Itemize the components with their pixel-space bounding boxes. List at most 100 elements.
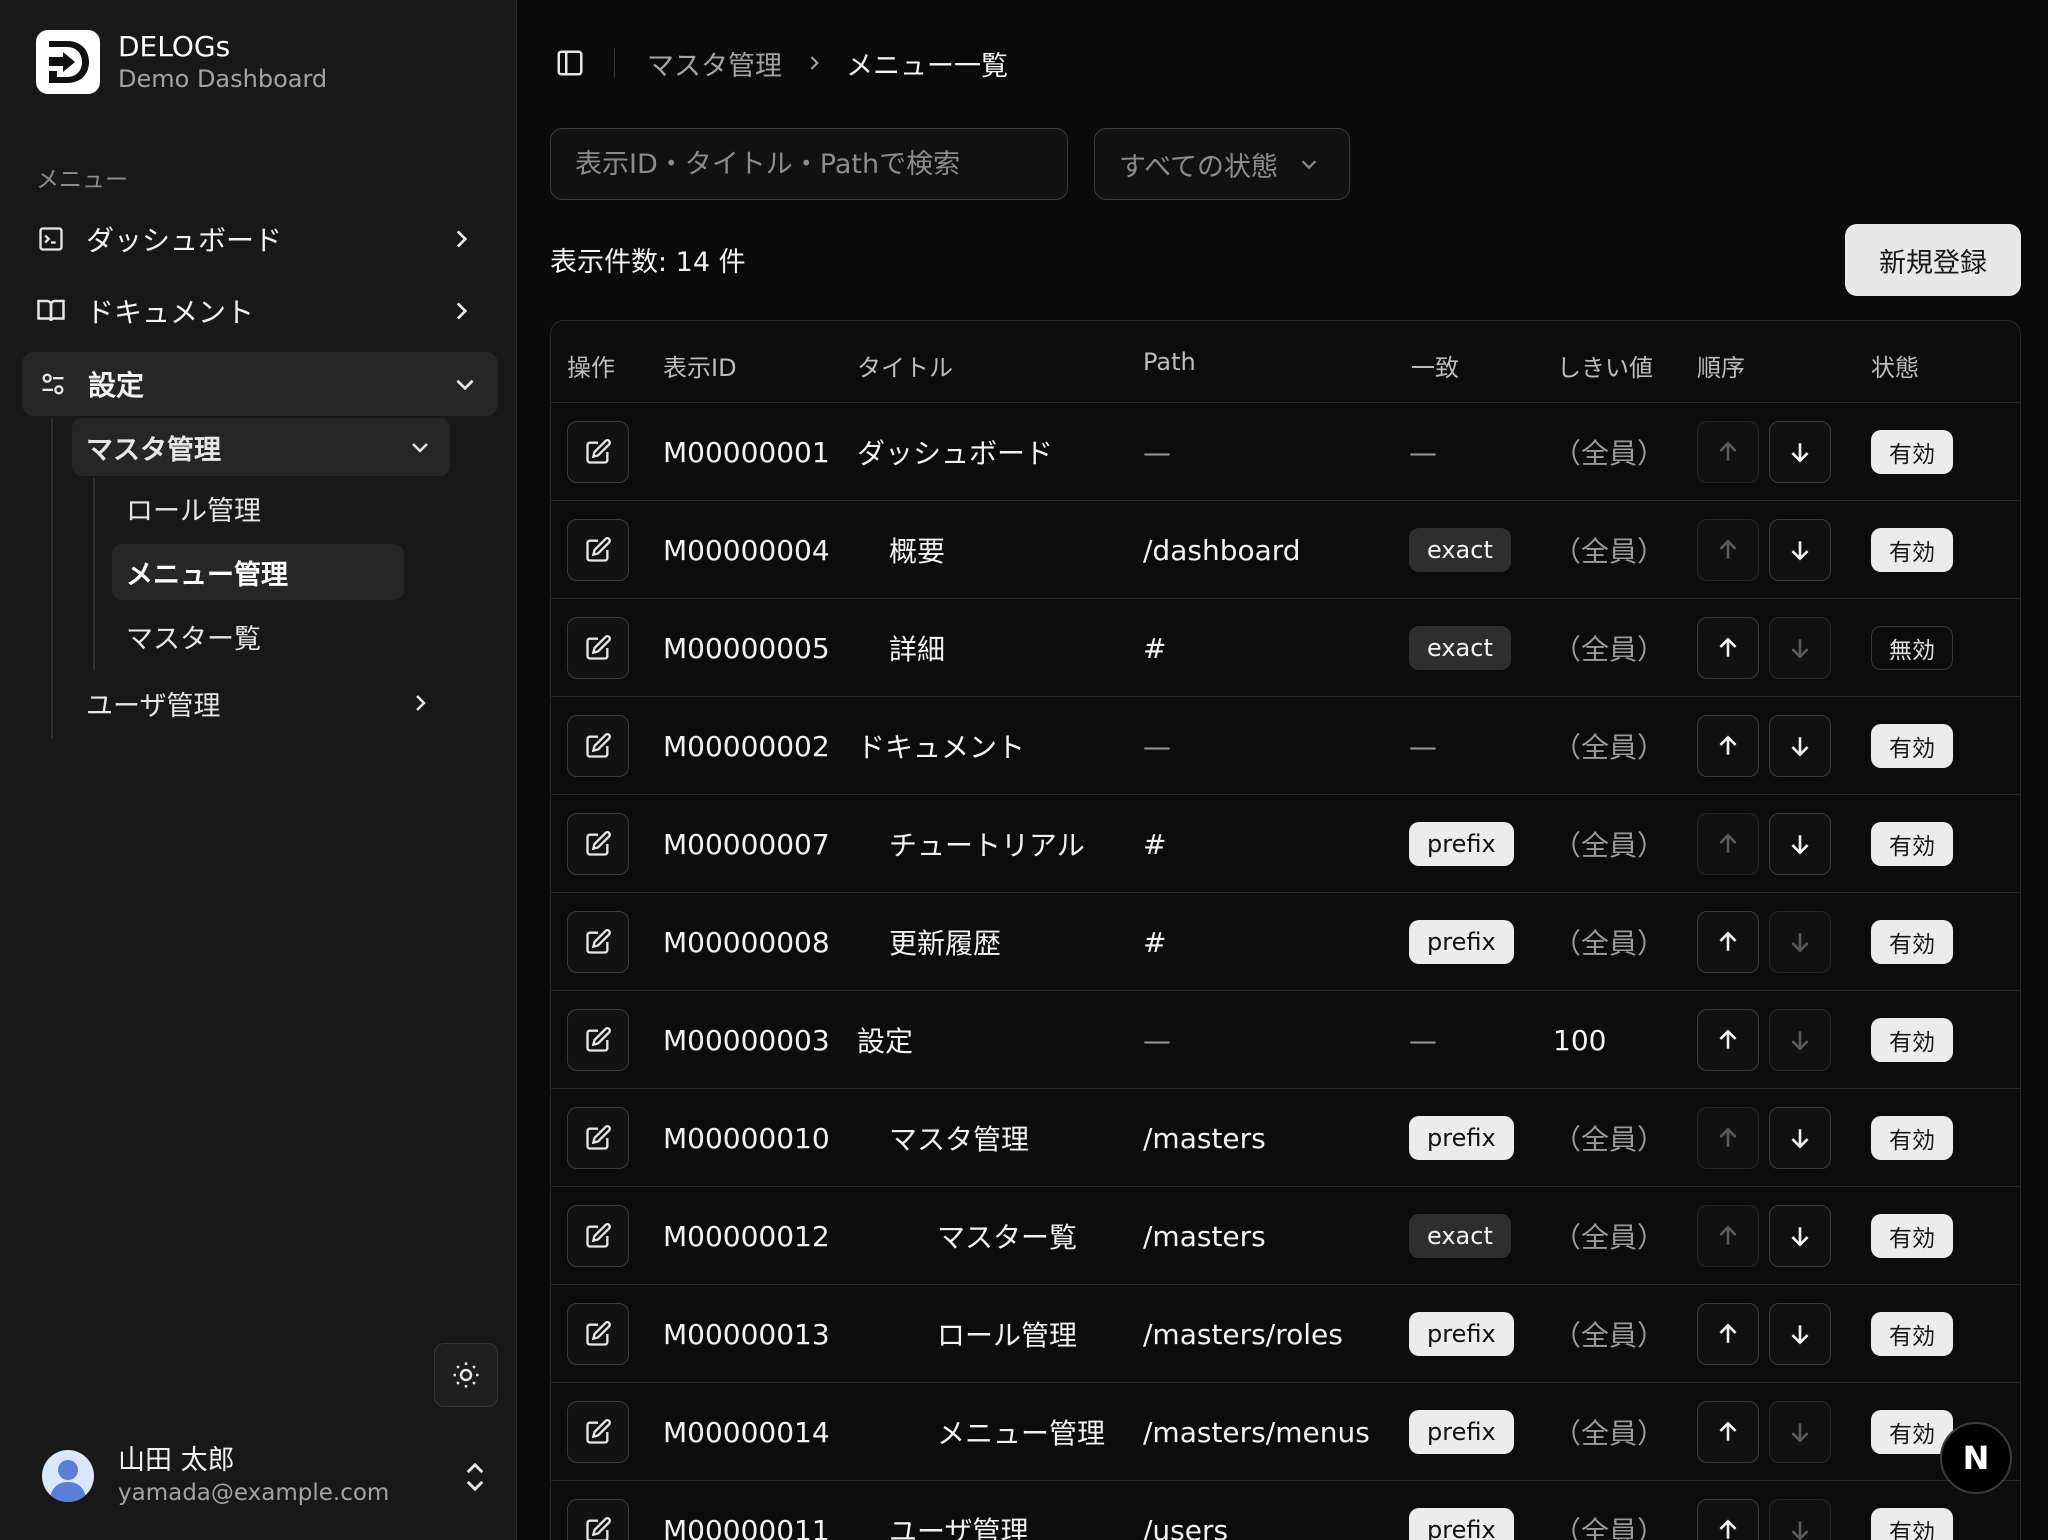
status-badge: 有効 xyxy=(1871,920,1953,964)
move-up-button[interactable] xyxy=(1697,1401,1759,1463)
threshold-value: （全員） xyxy=(1553,927,1666,960)
chevrons-up-down-icon xyxy=(466,1462,484,1492)
move-down-button[interactable] xyxy=(1769,1303,1831,1365)
sidebar-subitem-master[interactable]: マスタ管理 xyxy=(72,418,450,476)
display-id: M00000008 xyxy=(663,925,830,959)
menu-title: 概要 xyxy=(889,535,946,568)
header-threshold: しきい値 xyxy=(1557,354,1653,382)
move-down-button[interactable] xyxy=(1769,519,1831,581)
move-up-button[interactable] xyxy=(1697,1205,1759,1267)
display-id: M00000002 xyxy=(663,729,830,763)
user-name: 山田 太郎 xyxy=(118,1445,235,1476)
arrow-down-icon xyxy=(1791,835,1809,855)
edit-icon xyxy=(586,1027,611,1052)
move-up-button[interactable] xyxy=(1697,1009,1759,1071)
table-row: M00000014 メニュー管理/masters/menus prefix （全員）有… xyxy=(551,1383,2020,1481)
chevron-down-icon xyxy=(456,379,474,391)
menu-path: /masters xyxy=(1143,1121,1266,1155)
edit-icon xyxy=(586,635,611,660)
move-up-button[interactable] xyxy=(1697,813,1759,875)
user-menu[interactable]: 山田 太郎 yamada@example.com xyxy=(42,1436,502,1516)
menu-title: チュートリアル xyxy=(889,829,1085,862)
threshold-value: 100 xyxy=(1553,1023,1607,1057)
move-down-button[interactable] xyxy=(1769,617,1831,679)
arrow-down-icon xyxy=(1791,1129,1809,1149)
table-row: M00000003 設定 — — 100 有効 xyxy=(551,991,2020,1089)
edit-icon xyxy=(586,1321,611,1346)
edit-button[interactable] xyxy=(567,911,629,973)
search-input[interactable] xyxy=(550,128,1068,200)
menu-title: マスタ管理 xyxy=(889,1123,1030,1156)
sidebar-subitem-roles[interactable]: ロール管理 xyxy=(112,480,402,536)
topbar: マスタ管理 メニュー一覧 xyxy=(540,30,1008,96)
edit-button[interactable] xyxy=(567,1401,629,1463)
move-up-button[interactable] xyxy=(1697,519,1759,581)
edit-button[interactable] xyxy=(567,421,629,483)
breadcrumb-parent[interactable]: マスタ管理 xyxy=(647,44,782,83)
menu-title: ユーザ管理 xyxy=(889,1515,1029,1540)
menu-title: 更新履歴 xyxy=(889,927,1002,960)
sidebar-subitem-label: ユーザ管理 xyxy=(86,690,221,722)
chevron-right-icon xyxy=(456,230,468,248)
arrow-up-icon xyxy=(1719,1323,1737,1343)
table-row: M00000002 ドキュメント — — （全員） 有効 xyxy=(551,697,2020,795)
divider xyxy=(614,48,615,78)
sidebar-item-dashboard[interactable]: ダッシュボード xyxy=(34,208,494,270)
move-up-button[interactable] xyxy=(1697,715,1759,777)
edit-button[interactable] xyxy=(567,1303,629,1365)
edit-button[interactable] xyxy=(567,1205,629,1267)
menu-section-label: メニュー xyxy=(36,167,128,193)
sidebar-item-documents[interactable]: ドキュメント xyxy=(34,280,494,342)
sidebar-subitem-menus[interactable]: メニュー管理 xyxy=(112,544,404,600)
edit-button[interactable] xyxy=(567,1009,629,1071)
menu-path: # xyxy=(1143,631,1167,665)
arrow-up-icon xyxy=(1719,833,1737,853)
arrow-up-icon xyxy=(1719,931,1737,951)
status-badge: 有効 xyxy=(1871,822,1953,866)
menu-path: /users xyxy=(1143,1513,1229,1540)
move-up-button[interactable] xyxy=(1697,1499,1759,1540)
theme-toggle-button[interactable] xyxy=(434,1343,498,1407)
move-down-button[interactable] xyxy=(1769,715,1831,777)
move-down-button[interactable] xyxy=(1769,911,1831,973)
floating-n-badge[interactable]: N xyxy=(1940,1422,2012,1494)
match-badge: exact xyxy=(1409,1214,1511,1258)
edit-button[interactable] xyxy=(567,1107,629,1169)
move-up-button[interactable] xyxy=(1697,911,1759,973)
move-up-button[interactable] xyxy=(1697,617,1759,679)
avatar xyxy=(42,1450,94,1502)
brand[interactable]: DELOGs Demo Dashboard xyxy=(36,30,327,94)
move-down-button[interactable] xyxy=(1769,1499,1831,1540)
menu-title: メニュー管理 xyxy=(937,1417,1106,1450)
move-down-button[interactable] xyxy=(1769,1401,1831,1463)
edit-button[interactable] xyxy=(567,519,629,581)
chevron-right-icon xyxy=(456,302,468,320)
display-id: M00000003 xyxy=(663,1023,830,1057)
table-row: M00000007 チュートリアル # prefix （全員） 有効 xyxy=(551,795,2020,893)
edit-button[interactable] xyxy=(567,1499,629,1540)
status-badge: 有効 xyxy=(1871,430,1953,474)
move-down-button[interactable] xyxy=(1769,421,1831,483)
move-up-button[interactable] xyxy=(1697,1303,1759,1365)
edit-button[interactable] xyxy=(567,813,629,875)
arrow-up-icon xyxy=(1719,441,1737,461)
edit-icon xyxy=(586,1223,611,1248)
move-down-button[interactable] xyxy=(1769,813,1831,875)
move-down-button[interactable] xyxy=(1769,1205,1831,1267)
sidebar-subitem-master-list[interactable]: マスター覧 xyxy=(112,608,402,664)
move-up-button[interactable] xyxy=(1697,1107,1759,1169)
edit-button[interactable] xyxy=(567,715,629,777)
new-register-button[interactable]: 新規登録 xyxy=(1845,224,2021,296)
sidebar-item-settings[interactable]: 設定 xyxy=(22,352,498,416)
edit-button[interactable] xyxy=(567,617,629,679)
move-up-button[interactable] xyxy=(1697,421,1759,483)
move-down-button[interactable] xyxy=(1769,1107,1831,1169)
display-id: M00000007 xyxy=(663,827,830,861)
status-filter-select[interactable]: すべての状態 xyxy=(1094,128,1350,200)
display-id: M00000001 xyxy=(663,435,830,469)
move-down-button[interactable] xyxy=(1769,1009,1831,1071)
sidebar-toggle-button[interactable] xyxy=(540,33,600,93)
table-row: M00000012 マスター覧/masters exact （全員） 有効 xyxy=(551,1187,2020,1285)
sidebar-subitem-users[interactable]: ユーザ管理 xyxy=(72,674,450,732)
sun-icon xyxy=(453,1362,479,1388)
